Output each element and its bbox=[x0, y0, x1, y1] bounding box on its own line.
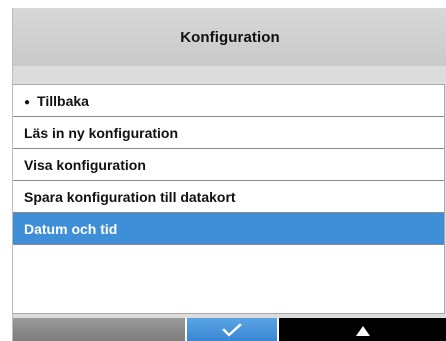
title-bar: Konfiguration bbox=[13, 8, 446, 66]
menu-item-label: Datum och tid bbox=[24, 221, 118, 237]
menu-item-label: Tillbaka bbox=[37, 93, 89, 109]
back-bullet-icon: ● bbox=[24, 97, 31, 108]
menu-item-tillbaka[interactable]: ● Tillbaka bbox=[13, 85, 444, 117]
softkey-bar bbox=[13, 318, 446, 341]
menu-item-label: Spara konfiguration till datakort bbox=[24, 189, 236, 205]
menu-list: ● Tillbaka Läs in ny konfiguration Visa k… bbox=[13, 84, 445, 314]
menu-item-spara-konfiguration[interactable]: Spara konfiguration till datakort bbox=[13, 181, 444, 213]
menu-item-label: Läs in ny konfiguration bbox=[24, 125, 179, 141]
menu-item-las-in-ny-konfiguration[interactable]: Läs in ny konfiguration bbox=[13, 117, 444, 149]
up-arrow-icon bbox=[356, 325, 370, 336]
checkmark-icon bbox=[222, 322, 242, 337]
softkey-left-button[interactable] bbox=[13, 318, 187, 341]
menu-item-visa-konfiguration[interactable]: Visa konfiguration bbox=[13, 149, 444, 181]
menu-item-label: Visa konfiguration bbox=[24, 157, 146, 173]
device-screen: Konfiguration ● Tillbaka Läs in ny konfig… bbox=[12, 8, 446, 341]
page-title: Konfiguration bbox=[180, 28, 280, 46]
softkey-confirm-button[interactable] bbox=[187, 318, 279, 341]
softkey-up-button[interactable] bbox=[279, 318, 446, 341]
menu-item-datum-och-tid[interactable]: Datum och tid bbox=[13, 213, 444, 245]
